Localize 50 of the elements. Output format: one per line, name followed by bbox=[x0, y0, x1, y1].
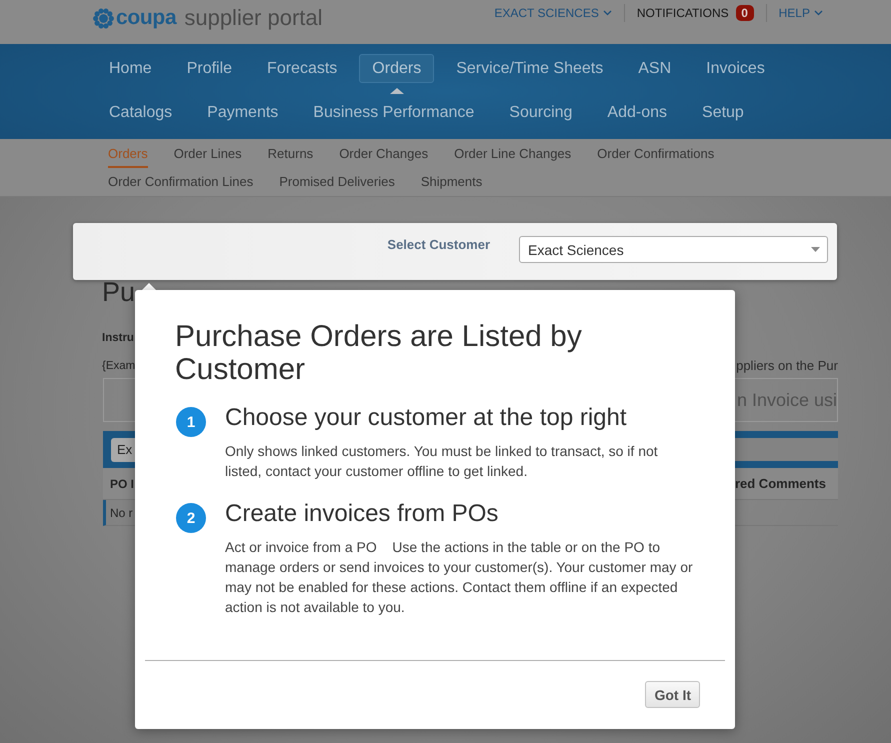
customer-dropdown[interactable]: Exact Sciences bbox=[519, 236, 828, 263]
product-name: supplier portal bbox=[184, 5, 323, 31]
instructions-heading: Instru bbox=[102, 331, 134, 346]
subnav-link[interactable]: Order Lines bbox=[174, 146, 242, 168]
nav-tab[interactable]: Payments bbox=[194, 98, 292, 127]
notifications-link[interactable]: NOTIFICATIONS 0 bbox=[636, 5, 754, 21]
step-title: Create invoices from POs bbox=[225, 500, 500, 528]
caret-down-icon bbox=[811, 247, 820, 252]
toolbar-button[interactable]: Ex bbox=[111, 438, 135, 462]
step-number: 1 bbox=[176, 407, 206, 437]
nav-tab[interactable]: Setup bbox=[689, 98, 757, 127]
nav-tab[interactable]: Home bbox=[96, 54, 165, 83]
brand-name: coupa bbox=[116, 6, 176, 30]
column-header: PO I bbox=[110, 476, 134, 490]
subnav-link[interactable]: Promised Deliveries bbox=[279, 174, 395, 196]
nav-tab[interactable]: Profile bbox=[174, 54, 246, 83]
account-menu[interactable]: EXACT SCIENCES bbox=[494, 6, 612, 20]
nav-tab[interactable]: Invoices bbox=[693, 54, 778, 83]
got-it-button[interactable]: Got It bbox=[645, 681, 700, 708]
select-customer-label: Select Customer bbox=[387, 237, 490, 253]
dialog-title: Purchase Orders are Listed by Customer bbox=[175, 320, 583, 386]
notification-count: 0 bbox=[736, 5, 754, 21]
nav-tab[interactable]: Forecasts bbox=[254, 54, 350, 83]
step-description: Act or invoice from a PO Use the actions in the table or on the PO to manage orders or send invoices to your customer(s). Your customer may or may not be enabled for these actions. Contact them offline if an expected action is not available to you. bbox=[225, 538, 694, 617]
nav-tab[interactable]: ASN bbox=[625, 54, 684, 83]
column-header: red Comments bbox=[734, 476, 826, 491]
nav-tab[interactable]: Orders bbox=[359, 54, 434, 83]
page-title: Pu bbox=[102, 278, 136, 306]
subnav-link[interactable]: Order Changes bbox=[339, 146, 428, 168]
nav-tab[interactable]: Service/Time Sheets bbox=[443, 54, 616, 83]
step-number: 2 bbox=[176, 503, 206, 533]
step-title: Choose your customer at the top right bbox=[225, 404, 628, 432]
help-menu[interactable]: HELP bbox=[778, 6, 823, 20]
nav-tab[interactable]: Business Performance bbox=[300, 98, 488, 127]
subnav-link[interactable]: Order Confirmations bbox=[597, 146, 714, 168]
chevron-down-icon bbox=[814, 10, 823, 16]
table-cell-text: No r bbox=[110, 506, 133, 520]
tab-pointer-icon bbox=[390, 88, 404, 94]
nav-tab[interactable]: Catalogs bbox=[96, 98, 186, 127]
step-description: Only shows linked customers. You must be linked to transact, so if not listed, contact your customer offline to get linked. bbox=[225, 442, 659, 481]
subnav-link[interactable]: Order Confirmation Lines bbox=[108, 174, 254, 196]
logo-icon bbox=[92, 6, 115, 30]
nav-tab[interactable]: Sourcing bbox=[496, 98, 586, 127]
subnav-link[interactable]: Order Line Changes bbox=[454, 146, 572, 168]
instructions-text: {Exam bbox=[102, 359, 136, 374]
subnav-link[interactable]: Shipments bbox=[420, 174, 482, 196]
nav-tab[interactable]: Add-ons bbox=[594, 98, 680, 127]
chevron-down-icon bbox=[602, 10, 612, 16]
instructions-text: ppliers on the Pur bbox=[736, 358, 838, 374]
subnav-link[interactable]: Returns bbox=[268, 146, 314, 168]
